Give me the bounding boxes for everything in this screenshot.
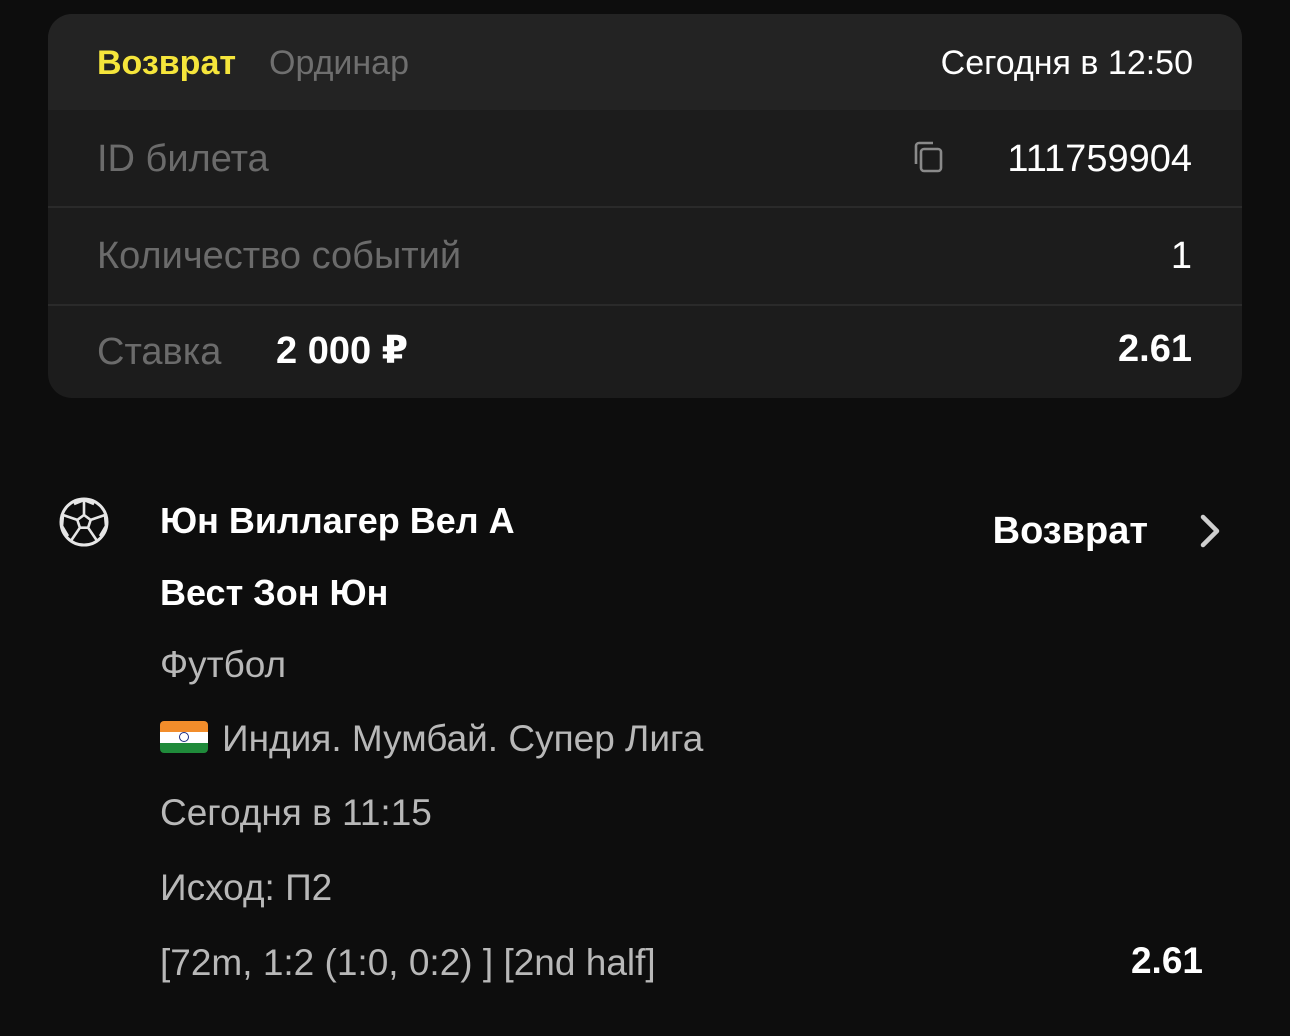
copy-icon[interactable] bbox=[912, 140, 944, 174]
ticket-card: Возврат Ординар Сегодня в 12:50 ID билет… bbox=[48, 14, 1242, 398]
events-count-value: 1 bbox=[1170, 235, 1192, 277]
ticket-id-value: 111759904 bbox=[1007, 138, 1192, 180]
team-home: Юн Виллагер Вел А bbox=[160, 500, 515, 541]
event-league-row: Индия. Мумбай. Супер Лига bbox=[160, 718, 703, 760]
bet-type: Ординар bbox=[269, 44, 410, 82]
ticket-id-row: ID билета 111759904 bbox=[48, 110, 1242, 208]
ticket-status: Возврат bbox=[97, 44, 237, 82]
event-league: Индия. Мумбай. Супер Лига bbox=[222, 718, 704, 759]
events-count-label: Количество событий bbox=[97, 235, 462, 277]
event-time: Сегодня в 11:15 bbox=[160, 792, 432, 833]
events-count-row: Количество событий 1 bbox=[48, 208, 1242, 306]
stake-amount: 2 000 ₽ bbox=[276, 330, 409, 372]
total-odds: 2.61 bbox=[1118, 328, 1192, 370]
event-score: [72m, 1:2 (1:0, 0:2) ] [2nd half] bbox=[160, 942, 656, 983]
stake-row: Ставка 2 000 ₽ 2.61 bbox=[48, 306, 1242, 398]
event-outcome: Исход: П2 bbox=[160, 867, 333, 908]
event-odds: 2.61 bbox=[1130, 940, 1203, 981]
chevron-right-icon[interactable] bbox=[1198, 512, 1222, 550]
soccer-ball-icon bbox=[59, 497, 109, 547]
event-status: Возврат bbox=[992, 510, 1148, 552]
india-flag-icon bbox=[160, 721, 208, 754]
ticket-header: Возврат Ординар Сегодня в 12:50 bbox=[48, 14, 1242, 110]
team-away: Вест Зон Юн bbox=[160, 572, 389, 613]
ticket-id-label: ID билета bbox=[97, 138, 269, 180]
event-item[interactable]: Юн Виллагер Вел А Вест Зон Юн Футбол Инд… bbox=[0, 480, 1290, 1020]
ticket-date: Сегодня в 12:50 bbox=[940, 44, 1193, 82]
event-sport: Футбол bbox=[160, 644, 287, 685]
stake-label: Ставка bbox=[97, 331, 222, 373]
